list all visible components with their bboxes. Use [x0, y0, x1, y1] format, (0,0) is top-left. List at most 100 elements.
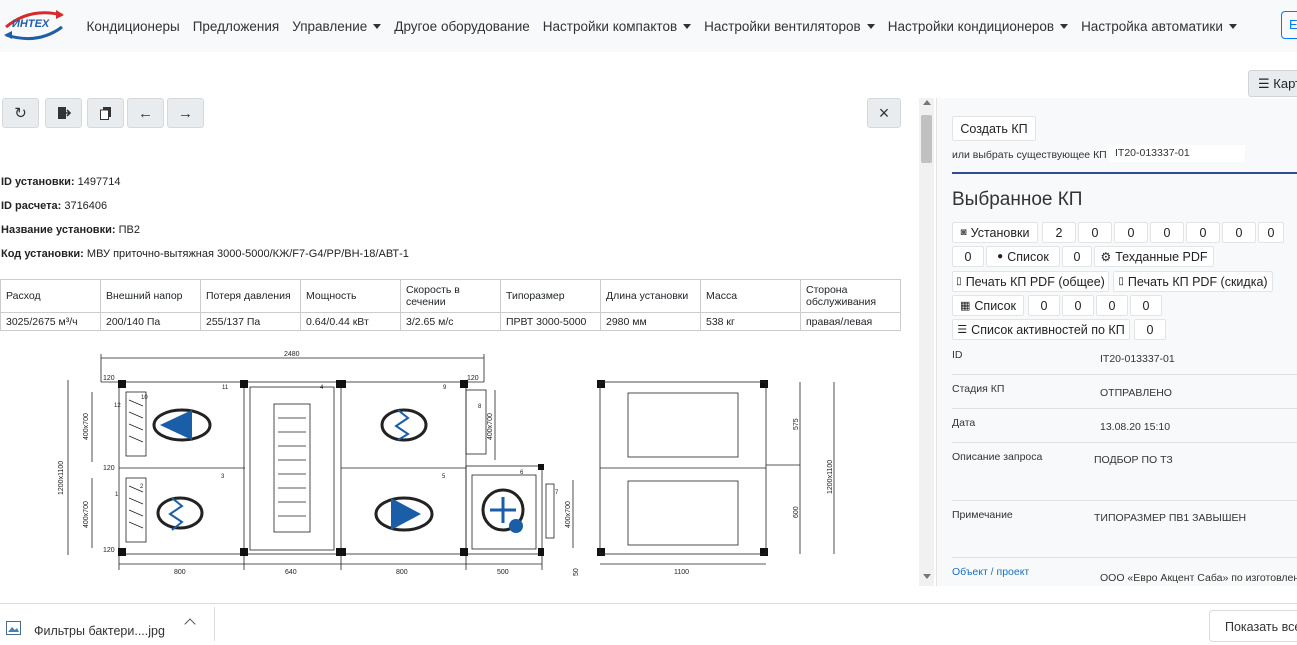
intech-logo[interactable]: ИНТЕХ: [0, 5, 68, 45]
list-count[interactable]: 0: [1062, 246, 1092, 267]
dim-height-left: 1200x1100: [58, 461, 65, 495]
export-button[interactable]: [45, 98, 82, 128]
list2-count[interactable]: 0: [1028, 295, 1060, 316]
table-cell: ПРВТ 3000-5000: [500, 312, 601, 331]
table-cell: 0.64/0.44 кВт: [300, 312, 401, 331]
units-count[interactable]: 0: [1186, 222, 1220, 243]
activity-list-button[interactable]: ☰ Список активностей по КП: [952, 319, 1130, 340]
scrollbar-track[interactable]: [919, 98, 934, 586]
field-label-date: Дата: [952, 417, 976, 429]
dim-total: 2480: [284, 351, 300, 358]
print-discount-button[interactable]: ▯ Печать КП PDF (скидка): [1113, 271, 1273, 292]
dim-b5: 50: [573, 568, 580, 576]
section-number: 1: [115, 492, 119, 498]
table-cell: 3025/2675 м³/ч: [0, 312, 101, 331]
table-cell: 200/140 Па: [100, 312, 201, 331]
units-count[interactable]: 0: [1258, 222, 1284, 243]
units-count[interactable]: 0: [1222, 222, 1256, 243]
pdf-icon: ▯: [1118, 276, 1124, 287]
section-number: 2: [140, 484, 144, 490]
units-count[interactable]: 2: [1042, 222, 1076, 243]
table-header: Скорость в сечении: [400, 279, 501, 313]
choose-kp-input[interactable]: IT20-013337-01: [1109, 145, 1245, 162]
field-value-date: 13.08.20 15:10: [1100, 421, 1171, 433]
nav-item-offers[interactable]: Предложения: [186, 19, 286, 34]
table-header: Длина установки: [600, 279, 701, 313]
object-project-link[interactable]: Объект / проект: [952, 566, 1029, 578]
list-icon: ☰: [957, 324, 968, 336]
field-label-note: Примечание: [952, 509, 1013, 521]
scrollbar-thumb[interactable]: [921, 115, 932, 163]
download-file-name[interactable]: Фильтры бактери....jpg: [34, 624, 165, 638]
techdata-pdf-button[interactable]: ⚙ Техданные PDF: [1094, 246, 1214, 267]
units-count[interactable]: 0: [1114, 222, 1148, 243]
section-number: 9: [443, 385, 447, 391]
nav-item-automation-settings[interactable]: Настройка автоматики: [1075, 19, 1244, 34]
dim-side-height: 1200x1100: [827, 460, 834, 494]
nav-item-other-equipment[interactable]: Другое оборудование: [388, 19, 536, 34]
nav-item-compact-settings[interactable]: Настройки компактов: [536, 19, 697, 34]
navbar: ИНТЕХ Кондиционеры Предложения Управлени…: [0, 0, 1297, 52]
download-separator: [214, 607, 215, 641]
nav-item-management[interactable]: Управление: [286, 19, 388, 34]
create-kp-button[interactable]: Создать КП: [952, 116, 1036, 141]
nav-item-conditioner-settings[interactable]: Настройки кондиционеров: [881, 19, 1074, 34]
close-icon: ×: [878, 102, 890, 123]
units-count[interactable]: 0: [1150, 222, 1184, 243]
dim-side-bot: 600: [793, 506, 800, 518]
units-button[interactable]: ◙ Установки: [952, 222, 1038, 243]
table-cell: правая/левая: [800, 312, 901, 331]
panel-divider: [952, 172, 1297, 174]
table-header: Масса: [700, 279, 801, 313]
table-cell: 2980 мм: [600, 312, 701, 331]
show-all-downloads-button[interactable]: Показать все: [1209, 610, 1297, 642]
copy-button[interactable]: [87, 98, 124, 128]
divider: [952, 500, 1297, 501]
list2-count[interactable]: 0: [1130, 295, 1162, 316]
print-general-button[interactable]: ▯ Печать КП PDF (общее): [952, 271, 1109, 292]
divider: [952, 442, 1297, 443]
scroll-down-icon[interactable]: [923, 574, 931, 579]
menu-icon: ☰: [1258, 76, 1270, 91]
fan-bottom-right: [374, 496, 434, 532]
dim-h2: 120: [467, 375, 479, 382]
choose-kp-label: или выбрать существующее КП: [952, 149, 1107, 161]
divider: [952, 408, 1297, 409]
caret-down-icon: [373, 23, 382, 29]
dim-sec-right-top: 400x700: [487, 413, 494, 440]
list2-count[interactable]: 0: [1062, 295, 1094, 316]
fan-top-right: [380, 408, 428, 442]
droplet-icon: ●: [997, 251, 1004, 262]
list2-button[interactable]: ▦ Список: [952, 295, 1024, 316]
divider: [952, 557, 1297, 558]
table-cell: 255/137 Па: [200, 312, 301, 331]
count-badge[interactable]: 0: [952, 246, 984, 267]
close-button[interactable]: ×: [867, 98, 901, 128]
activity-count[interactable]: 0: [1134, 319, 1166, 340]
nav-item-conditioners[interactable]: Кондиционеры: [80, 19, 186, 34]
dim-b7: 120: [103, 465, 115, 472]
list-button[interactable]: ● Список: [986, 246, 1060, 267]
gears-icon: ⚙: [1100, 249, 1112, 264]
back-button[interactable]: ←: [127, 98, 164, 128]
refresh-button[interactable]: ↻: [2, 98, 39, 128]
fan-exhaust-bottom: [156, 496, 204, 531]
section-number: 8: [478, 404, 482, 410]
units-count[interactable]: 0: [1078, 222, 1112, 243]
table-cell: 538 кг: [700, 312, 801, 331]
nav-item-fan-settings[interactable]: Настройки вентиляторов: [698, 19, 882, 34]
section-number: 11: [222, 385, 229, 391]
scroll-up-icon[interactable]: [923, 100, 931, 105]
navbar-right-button[interactable]: E: [1281, 11, 1297, 39]
list2-count[interactable]: 0: [1096, 295, 1128, 316]
dim-b6: 120: [103, 547, 115, 554]
field-label-id: ID: [952, 349, 963, 361]
dim-sec-bot-left: 400x700: [83, 501, 90, 528]
forward-button[interactable]: →: [167, 98, 204, 128]
table-header: Типоразмер: [500, 279, 601, 313]
caret-down-icon: [1228, 23, 1237, 29]
unit-name: Название установки: ПВ2: [1, 224, 140, 236]
map-toggle-button[interactable]: ☰ Карт: [1248, 70, 1297, 97]
calc-id: ID расчета: 3716406: [1, 200, 108, 212]
caret-down-icon: [1060, 23, 1069, 29]
